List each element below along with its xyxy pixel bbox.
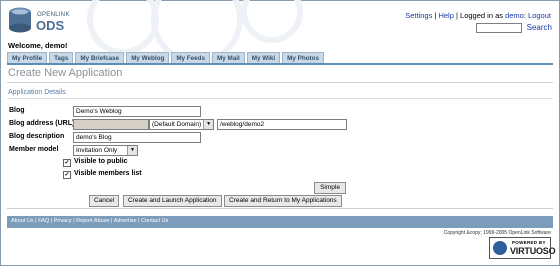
ods-logo[interactable]: OPENLINK ODS (7, 5, 77, 35)
ods-logo-icon (9, 7, 31, 33)
welcome-message: Welcome, demo! (8, 41, 68, 50)
domain-select-value: (Default Domain) (152, 121, 202, 128)
cancel-button[interactable]: Cancel (89, 195, 120, 207)
virtuoso-text: VIRTUOSO (510, 246, 556, 256)
logged-in-text: Logged in as (460, 11, 503, 20)
visible-members-checkbox[interactable]: ✓ (63, 171, 71, 179)
domain-select[interactable]: (Default Domain) ▼ (149, 119, 215, 130)
divider (7, 208, 553, 209)
logo-main-text: ODS (36, 18, 65, 33)
footer-link-contact[interactable]: Contact Us (141, 218, 168, 224)
visible-public-checkbox[interactable]: ✓ (63, 159, 71, 167)
create-launch-button[interactable]: Create and Launch Application (123, 195, 222, 207)
separator: | (434, 11, 437, 20)
help-link[interactable]: Help (438, 11, 453, 20)
decorative-ring (87, 0, 159, 55)
divider (7, 98, 553, 99)
visible-public-option[interactable]: ✓ Visible to public (63, 158, 128, 167)
blog-description-label: Blog description (9, 133, 65, 140)
footer-link-advertise[interactable]: Advertise (114, 218, 137, 224)
main-tabs: My Profile Tags My Briefcase My Weblog M… (7, 52, 326, 64)
decorative-ring (241, 0, 303, 43)
user-link[interactable]: demo (505, 11, 524, 20)
footer-link-faq[interactable]: FAQ (38, 218, 49, 224)
copyright-text: Copyright &copy; 1999-2005 OpenLink Soft… (443, 230, 551, 236)
blog-name-input[interactable]: Demo's Weblog (73, 106, 201, 117)
visible-public-label: Visible to public (74, 158, 128, 165)
footer-bar: About Us | FAQ | Privacy | Report Abuse … (7, 216, 553, 228)
create-return-button[interactable]: Create and Return to My Applications (224, 195, 342, 207)
colon: : (523, 11, 526, 20)
footer-link-report-abuse[interactable]: Report Abuse (76, 218, 109, 224)
blog-label: Blog (9, 107, 25, 114)
visible-members-option[interactable]: ✓ Visible members list (63, 170, 142, 179)
search-link[interactable]: Search (527, 23, 552, 32)
blog-address-label: Blog address (URL) (9, 120, 75, 127)
footer-links: About Us | FAQ | Privacy | Report Abuse … (11, 218, 169, 224)
virtuoso-logo-icon (493, 241, 507, 255)
top-links: Settings | Help | Logged in as demo: Log… (405, 11, 551, 20)
page-title: Create New Application (8, 67, 123, 79)
divider (7, 82, 553, 83)
search-input[interactable] (476, 23, 523, 33)
member-model-select[interactable]: Invitation Only ▼ (73, 145, 138, 156)
logout-link[interactable]: Logout (528, 11, 551, 20)
section-title: Application Details (8, 89, 66, 96)
browser-page: OPENLINK ODS Settings | Help | Logged in… (0, 0, 560, 266)
blog-host-input (73, 119, 149, 130)
separator: | (456, 11, 458, 20)
powered-by-virtuoso-badge[interactable]: POWERED BY VIRTUOSO (489, 237, 556, 259)
chevron-down-icon: ▼ (203, 120, 214, 129)
settings-link[interactable]: Settings (405, 11, 432, 20)
blog-path-input[interactable]: /weblog/demo2 (217, 119, 347, 130)
footer-link-about[interactable]: About Us (11, 218, 34, 224)
chevron-down-icon: ▼ (127, 146, 137, 155)
tab-bar-underline (7, 63, 553, 65)
search-area: Search (476, 23, 552, 33)
footer-link-privacy[interactable]: Privacy (54, 218, 72, 224)
simple-button[interactable]: Simple (314, 182, 346, 194)
member-model-label: Member model (9, 146, 59, 153)
visible-members-label: Visible members list (74, 170, 142, 177)
blog-description-input[interactable]: demo's Blog (73, 132, 201, 143)
powered-by-text: POWERED BY (512, 240, 546, 245)
member-model-value: Invitation Only (76, 147, 118, 154)
